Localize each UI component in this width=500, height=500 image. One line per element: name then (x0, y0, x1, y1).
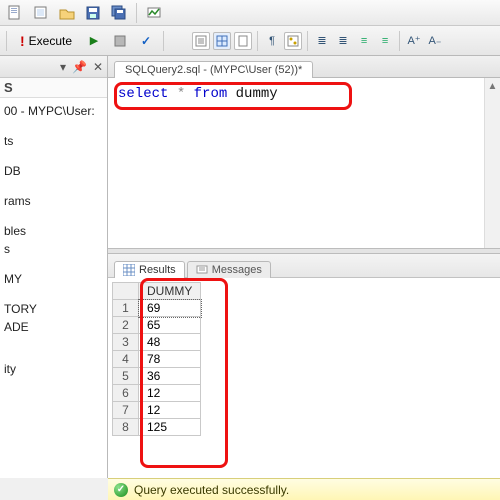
cell[interactable]: 69 (139, 300, 201, 317)
close-icon[interactable]: ✕ (93, 60, 103, 74)
tree-node[interactable]: ADE (2, 318, 105, 336)
stop-icon[interactable] (109, 31, 131, 51)
grid-icon (123, 264, 135, 276)
toolbar-separator (6, 31, 7, 51)
pin-icon[interactable]: 📌 (72, 60, 87, 74)
object-explorer-title: S (0, 78, 107, 98)
object-explorer: ▾ 📌 ✕ S 00 - MYPC\User: ts DB rams bles … (0, 56, 108, 478)
table-row: 536 (113, 368, 201, 385)
display-options: ¶ ≣ ≣ ≡ ≡ A⁺ A₋ (192, 31, 444, 51)
comment-icon[interactable]: ¶ (263, 32, 281, 50)
main-toolbar (0, 0, 500, 26)
editor-tab-strip: SQLQuery2.sql - (MYPC\User (52))* (108, 56, 500, 78)
table-row: 265 (113, 317, 201, 334)
messages-icon (196, 264, 208, 276)
tree-node[interactable]: bles (2, 222, 105, 240)
cell[interactable]: 78 (139, 351, 201, 368)
object-explorer-header: ▾ 📌 ✕ (0, 56, 107, 78)
tab-results-label: Results (139, 264, 176, 276)
sql-text: * (168, 86, 193, 102)
row-header-blank (113, 283, 139, 300)
new-query-icon[interactable] (4, 3, 26, 23)
editor-scrollbar[interactable]: ▲ (484, 78, 500, 248)
tree-node[interactable]: TORY (2, 300, 105, 318)
results-grid[interactable]: DUMMY 169 265 348 478 536 612 712 8125 (112, 282, 201, 436)
sql-keyword: select (118, 86, 168, 102)
new-project-icon[interactable] (30, 3, 52, 23)
indent-icon[interactable]: ≣ (313, 32, 331, 50)
cell[interactable]: 65 (139, 317, 201, 334)
toolbar-separator (399, 31, 400, 51)
tree-node[interactable]: DB (2, 162, 105, 180)
object-tree[interactable]: 00 - MYPC\User: ts DB rams bles s MY TOR… (0, 98, 107, 382)
tree-node[interactable]: s (2, 240, 105, 258)
dropdown-icon[interactable]: ▾ (60, 60, 66, 74)
tree-node[interactable]: 00 - MYPC\User: (2, 102, 105, 120)
table-row: 478 (113, 351, 201, 368)
column-header[interactable]: DUMMY (139, 283, 201, 300)
status-message: Query executed successfully. (134, 483, 289, 497)
toolbar-separator (257, 31, 258, 51)
status-bar: ✓ Query executed successfully. (108, 478, 500, 500)
cell[interactable]: 12 (139, 402, 201, 419)
decrease-indent-icon[interactable]: ≡ (355, 32, 373, 50)
toolbar-separator (136, 3, 137, 23)
results-panel: Results Messages DUMMY 169 265 348 478 (108, 254, 500, 478)
save-icon[interactable] (82, 3, 104, 23)
main-area: ▾ 📌 ✕ S 00 - MYPC\User: ts DB rams bles … (0, 56, 500, 478)
table-row: 612 (113, 385, 201, 402)
execute-icon: ! (20, 33, 25, 49)
cell[interactable]: 12 (139, 385, 201, 402)
save-all-icon[interactable] (108, 3, 130, 23)
results-grid-container: DUMMY 169 265 348 478 536 612 712 8125 (108, 278, 500, 478)
tree-node[interactable]: MY (2, 270, 105, 288)
table-row: 712 (113, 402, 201, 419)
results-to-grid-icon[interactable] (213, 32, 231, 50)
execute-label: Execute (29, 34, 72, 48)
results-to-file-icon[interactable] (234, 32, 252, 50)
execute-button[interactable]: ! Execute (13, 30, 79, 52)
cell[interactable]: 36 (139, 368, 201, 385)
tree-node[interactable]: ts (2, 132, 105, 150)
table-row: 8125 (113, 419, 201, 436)
sql-keyword: from (194, 86, 228, 102)
tree-node[interactable]: ity (2, 360, 105, 378)
success-icon: ✓ (114, 483, 128, 497)
query-toolbar: ! Execute ▶ ✓ ¶ ≣ ≣ ≡ ≡ A⁺ A₋ (0, 26, 500, 56)
include-actual-plan-icon[interactable] (284, 32, 302, 50)
toolbar-separator (307, 31, 308, 51)
tab-messages-label: Messages (212, 264, 262, 276)
tab-messages[interactable]: Messages (187, 261, 271, 278)
sql-text: dummy (227, 86, 277, 102)
toolbar-separator (163, 31, 164, 51)
specify-values-icon[interactable]: A⁺ (405, 32, 423, 50)
parse-icon[interactable]: ✓ (135, 31, 157, 51)
cell[interactable]: 125 (139, 419, 201, 436)
scroll-up-icon[interactable]: ▲ (485, 78, 500, 94)
cell[interactable]: 48 (139, 334, 201, 351)
open-icon[interactable] (56, 3, 78, 23)
sql-editor[interactable]: select * from dummy (108, 78, 500, 248)
debug-icon[interactable]: ▶ (83, 31, 105, 51)
outdent-icon[interactable]: ≣ (334, 32, 352, 50)
editor-tab[interactable]: SQLQuery2.sql - (MYPC\User (52))* (114, 61, 313, 78)
table-row: 348 (113, 334, 201, 351)
results-to-text-icon[interactable] (192, 32, 210, 50)
specify-values2-icon[interactable]: A₋ (426, 32, 444, 50)
tab-results[interactable]: Results (114, 261, 185, 278)
table-row: 169 (113, 300, 201, 317)
activity-monitor-icon[interactable] (143, 3, 165, 23)
results-tab-strip: Results Messages (108, 254, 500, 278)
tree-node[interactable]: rams (2, 192, 105, 210)
editor-area: SQLQuery2.sql - (MYPC\User (52))* select… (108, 56, 500, 478)
increase-indent-icon[interactable]: ≡ (376, 32, 394, 50)
